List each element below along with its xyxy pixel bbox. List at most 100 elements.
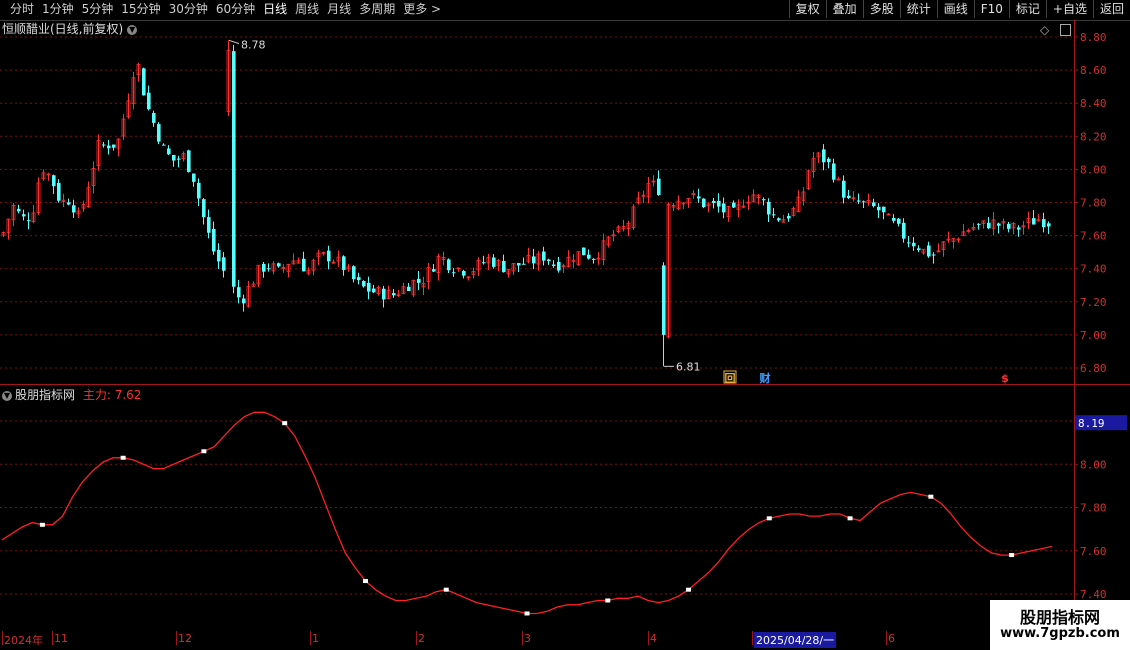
candle-body — [22, 214, 26, 217]
time-tick — [310, 631, 311, 645]
candle-body — [932, 254, 936, 256]
candle-body — [552, 264, 556, 266]
candle-body — [432, 269, 436, 272]
period-tab-7[interactable]: 周线 — [291, 1, 323, 18]
candle-body — [592, 258, 596, 260]
time-tick — [886, 631, 887, 645]
candle-body — [232, 51, 236, 287]
indicator-marker — [362, 579, 368, 584]
period-tab-4[interactable]: 30分钟 — [165, 1, 212, 18]
candle-body — [342, 256, 346, 270]
period-tab-5[interactable]: 60分钟 — [212, 1, 259, 18]
price-tick: 7.80 — [1080, 197, 1107, 210]
price-tick: 8.80 — [1080, 31, 1107, 44]
candle-body — [712, 200, 716, 203]
candle-body — [382, 288, 386, 300]
candle-body — [452, 272, 456, 274]
time-label-3: 1 — [312, 632, 319, 645]
candle-body — [582, 247, 586, 256]
period-tab-2[interactable]: 5分钟 — [78, 1, 118, 18]
period-tab-3[interactable]: 15分钟 — [117, 1, 164, 18]
time-label-4: 2 — [418, 632, 425, 645]
action-button-3[interactable]: 统计 — [899, 0, 937, 18]
action-button-8[interactable]: 返回 — [1092, 0, 1130, 18]
time-label-1: 11 — [54, 632, 68, 645]
candle-body — [277, 263, 281, 267]
candle-body — [152, 112, 156, 123]
period-tab-9[interactable]: 多周期 — [355, 1, 399, 18]
candle-body — [177, 158, 181, 160]
watermark-url: www.7gpzb.com — [1000, 626, 1120, 641]
candle-body — [352, 266, 356, 280]
candle-body — [202, 199, 206, 218]
time-tick — [52, 631, 53, 645]
time-axis: 2024年 11 12 1 2 3 4 2025/04/28/一 6 — [0, 631, 1075, 650]
candle-body — [197, 182, 201, 199]
action-button-2[interactable]: 多股 — [862, 0, 900, 18]
candle-body — [542, 251, 546, 261]
candle-body — [17, 208, 21, 212]
indicator-marker — [766, 516, 772, 521]
event-badge-0: 回 — [723, 370, 737, 385]
candle-body — [762, 199, 766, 201]
candle-body — [902, 222, 906, 239]
price-tick: 8.20 — [1080, 130, 1107, 143]
candle-body — [107, 145, 111, 149]
candle-body — [1047, 223, 1051, 227]
candle-body — [302, 258, 306, 272]
period-tab-8[interactable]: 月线 — [323, 1, 355, 18]
price-tick: 7.60 — [1080, 230, 1107, 243]
period-tab-10[interactable]: 更多 > — [399, 1, 445, 18]
indicator-marker — [443, 587, 449, 592]
candle-body — [557, 261, 561, 271]
candle-body — [912, 242, 916, 247]
period-tab-1[interactable]: 1分钟 — [38, 1, 78, 18]
candle-body — [977, 223, 981, 225]
period-tab-6[interactable]: 日线 — [259, 1, 291, 18]
candle-body — [997, 223, 1001, 226]
candle-body — [242, 298, 246, 304]
indicator-marker — [1009, 553, 1015, 558]
candle-body — [662, 265, 666, 335]
action-button-0[interactable]: 复权 — [788, 0, 826, 18]
action-button-6[interactable]: 标记 — [1008, 0, 1046, 18]
candle-body — [777, 218, 781, 221]
candle-body — [872, 202, 876, 207]
candle-body — [447, 259, 451, 271]
watermark: 股朋指标网 www.7gpzb.com — [990, 600, 1130, 650]
candle-body — [987, 222, 991, 229]
time-tick — [522, 631, 523, 645]
indicator-marker — [39, 522, 45, 527]
action-button-1[interactable]: 叠加 — [825, 0, 863, 18]
action-button-7[interactable]: +自选 — [1045, 0, 1093, 18]
candle-body — [847, 195, 851, 199]
candle-body — [717, 200, 721, 207]
price-tick: 8.60 — [1080, 64, 1107, 77]
candle-body — [392, 293, 396, 296]
action-button-5[interactable]: F10 — [973, 0, 1009, 18]
time-tick — [648, 631, 649, 645]
price-tick: 6.80 — [1080, 362, 1107, 375]
candle-body — [417, 278, 421, 283]
indicator-chart: 8.007.807.607.408.19 — [0, 411, 1127, 616]
candle-body — [657, 178, 661, 195]
candle-body — [927, 245, 931, 257]
price-tick: 8.00 — [1080, 163, 1107, 176]
indicator-marker — [524, 611, 530, 616]
candle-body — [547, 259, 551, 262]
action-button-4[interactable]: 画线 — [936, 0, 974, 18]
candle-body — [702, 198, 706, 208]
indicator-tick: 7.60 — [1080, 545, 1107, 558]
candle-body — [787, 216, 791, 219]
period-tab-0[interactable]: 分时 — [6, 1, 38, 18]
indicator-line — [1, 411, 1053, 615]
candle-body — [1017, 227, 1021, 230]
candle-body — [367, 282, 371, 292]
candle-body — [587, 254, 591, 259]
candle-body — [767, 201, 771, 215]
candle-body — [357, 277, 361, 281]
candle-body — [362, 281, 366, 287]
indicator-marker — [847, 516, 853, 521]
candle-body — [157, 124, 161, 142]
event-badge-1: 财 — [759, 371, 771, 385]
